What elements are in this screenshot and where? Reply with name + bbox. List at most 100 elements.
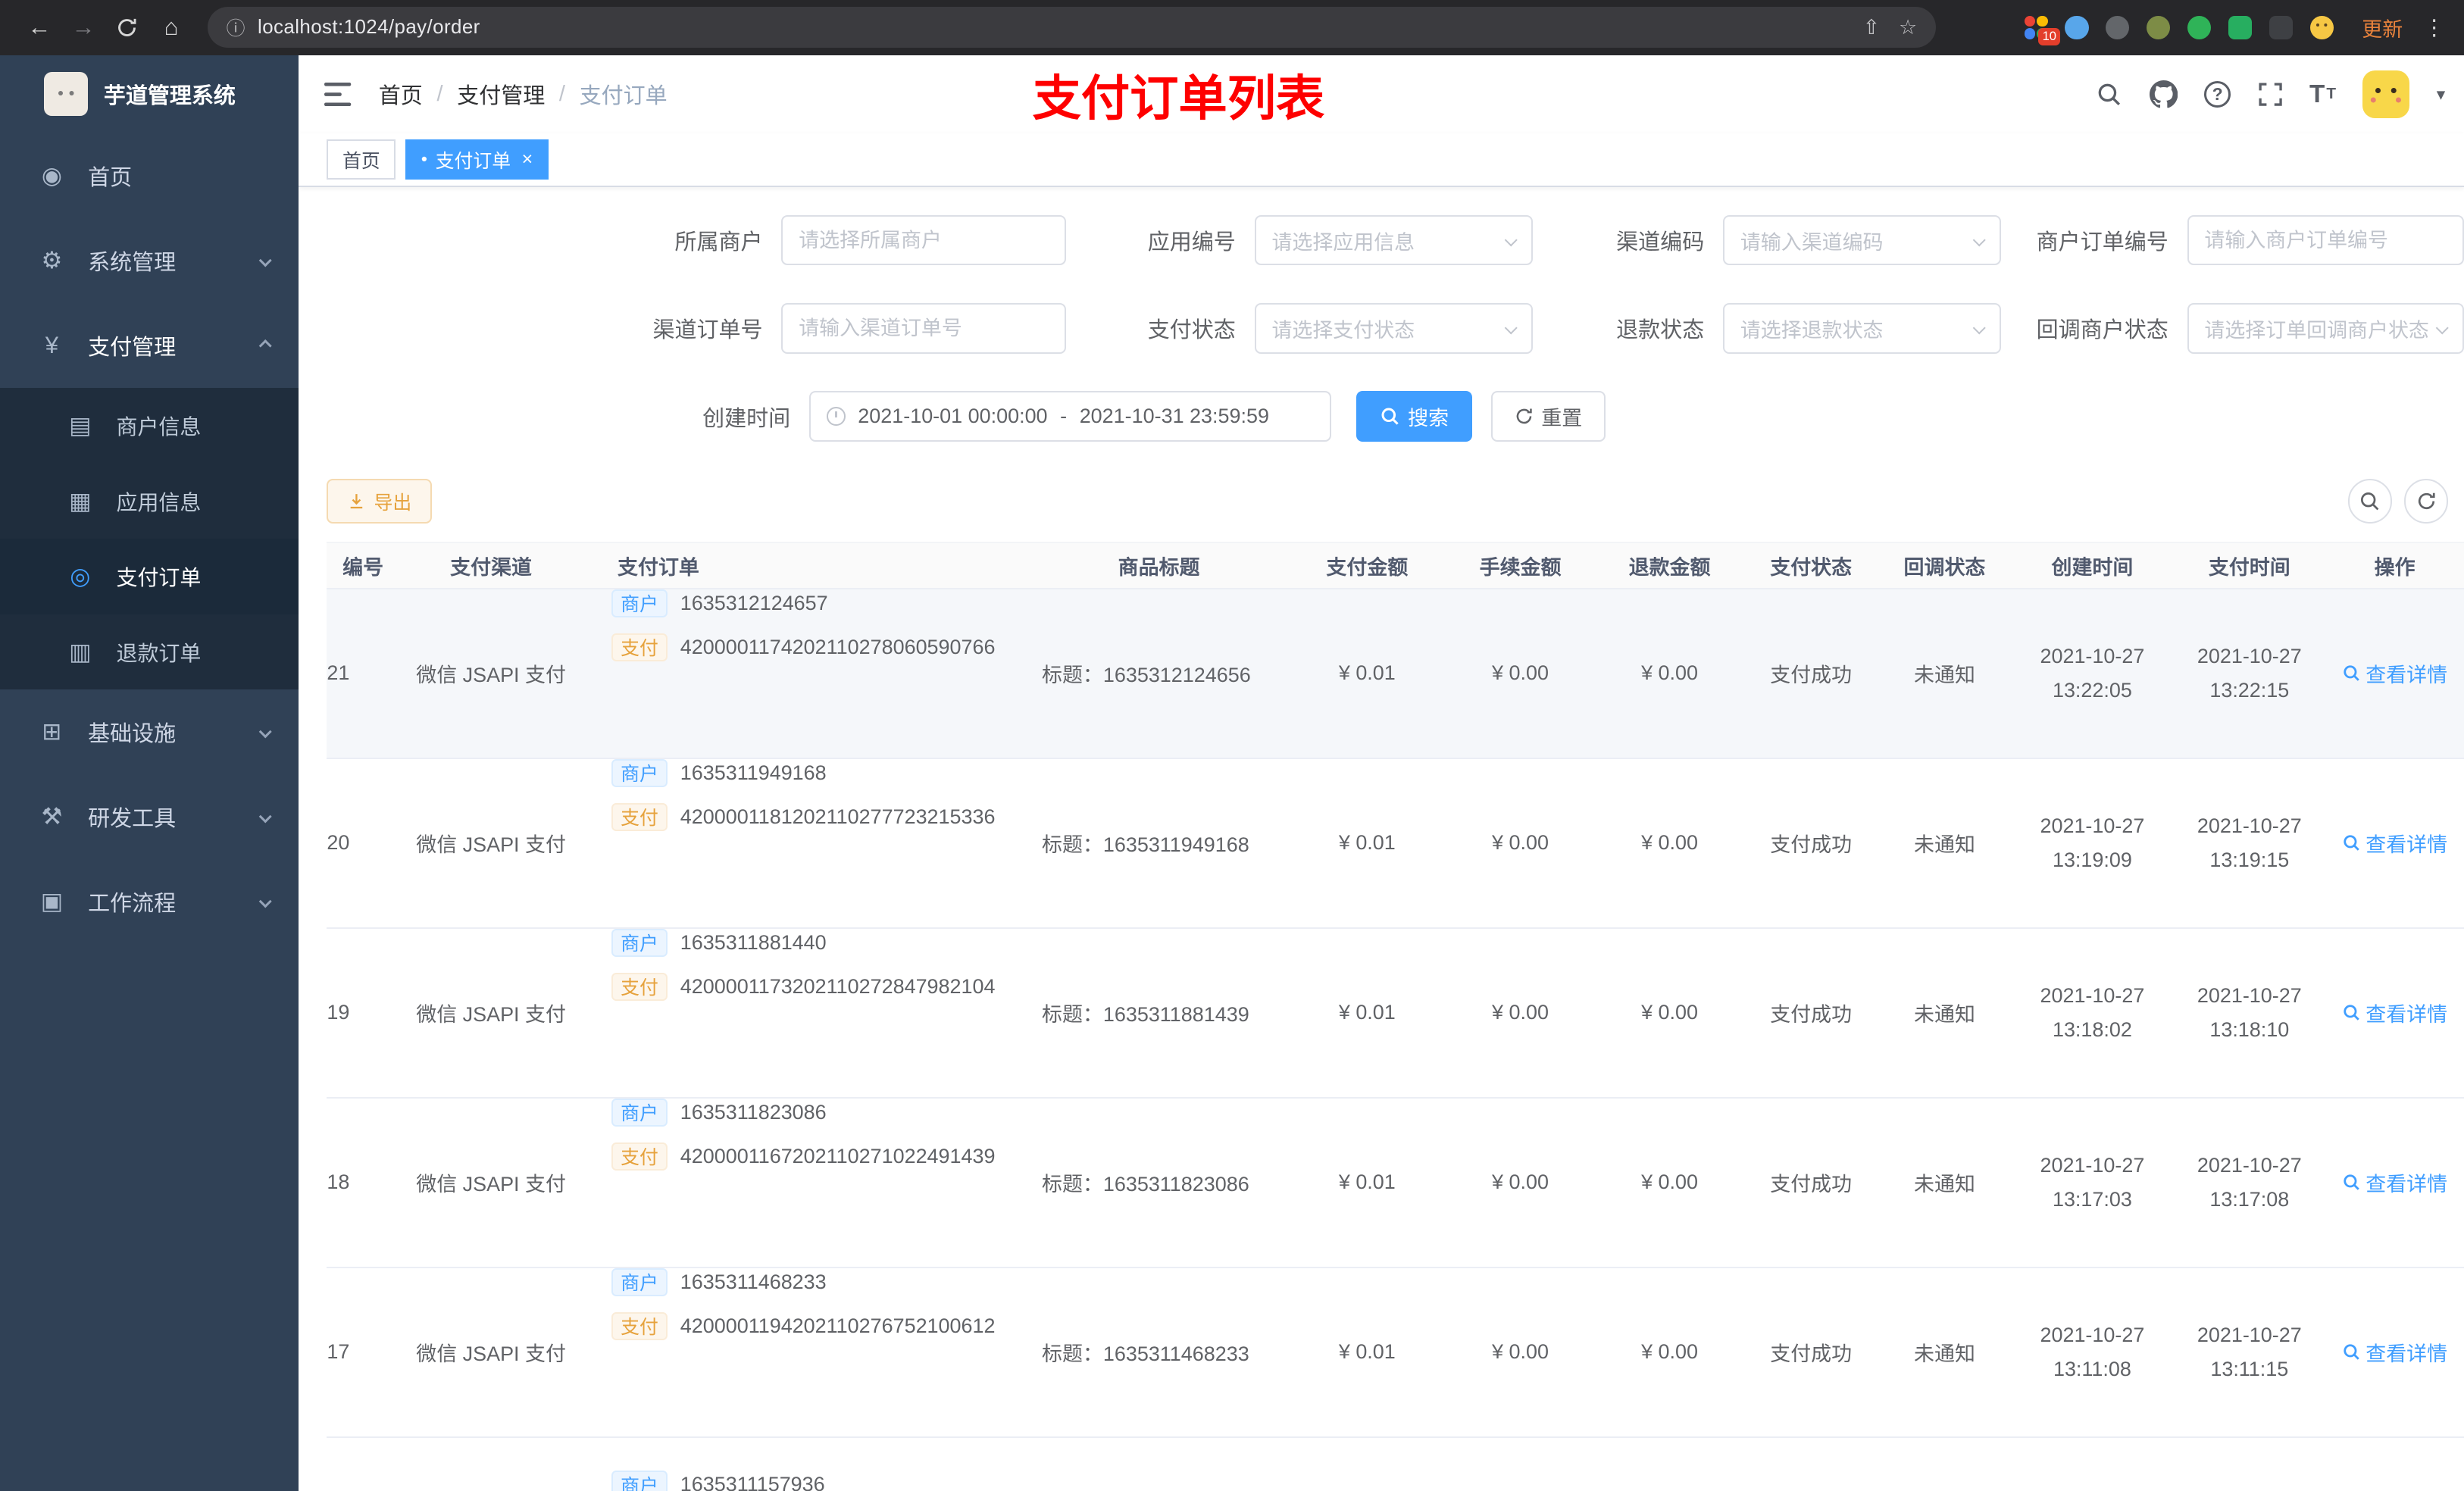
table-row[interactable]: 21 微信 JSAPI 支付 商户 1635312124657 支付 4200001…: [327, 589, 2464, 759]
sidebar-item-dev-tools[interactable]: ⚒ 研发工具: [0, 774, 299, 859]
tab-home[interactable]: 首页: [327, 139, 396, 180]
font-size-icon[interactable]: TT: [2309, 82, 2336, 107]
sidebar-item-label: 研发工具: [88, 807, 177, 832]
tags-view: 首页 ● 支付订单 ×: [299, 133, 2464, 187]
user-avatar[interactable]: [2362, 70, 2410, 118]
close-icon[interactable]: ×: [522, 148, 533, 170]
extension-icon-green[interactable]: [2186, 14, 2212, 41]
github-icon[interactable]: [2149, 80, 2178, 108]
channel-order-no-field[interactable]: [799, 316, 1049, 340]
site-info-icon[interactable]: ⓘ: [227, 14, 245, 41]
share-icon[interactable]: ⇧: [1863, 16, 1881, 39]
transaction-badge: 支付: [611, 802, 668, 832]
create-time-range-picker[interactable]: 2021-10-01 00:00:00 - 2021-10-31 23:59:5…: [809, 391, 1331, 442]
extension-icon-dark[interactable]: [2268, 14, 2294, 41]
chevron-up-icon: [258, 339, 273, 353]
address-bar[interactable]: ⓘ localhost:1024/pay/order ⇧ ☆: [207, 7, 1937, 48]
toggle-search-button[interactable]: [2347, 479, 2392, 524]
table-row-partial[interactable]: 商户 1635311157936: [327, 1438, 2464, 1491]
channel-code-select[interactable]: 请输入渠道编码: [1723, 215, 2002, 266]
view-detail-link[interactable]: 查看详情: [2342, 1167, 2447, 1197]
active-dot-icon: ●: [421, 153, 428, 166]
yen-icon: ¥: [45, 332, 59, 359]
view-detail-link[interactable]: 查看详情: [2342, 998, 2447, 1027]
column-header-title: 商品标题: [1118, 556, 1200, 580]
start-date[interactable]: 2021-10-01 00:00:00: [858, 405, 1047, 428]
pay-status-select[interactable]: 请选择支付状态: [1254, 303, 1534, 354]
transaction-badge: 支付: [611, 1142, 668, 1171]
view-detail-link[interactable]: 查看详情: [2342, 828, 2447, 858]
hamburger-icon[interactable]: [322, 79, 353, 110]
search-form: 所属商户 应用编号 请选择应用信息 渠道编码 请输入渠道编码 商户订单编号: [299, 187, 2464, 442]
sidebar-item-payment[interactable]: ¥ 支付管理: [0, 303, 299, 388]
extension-icon-gray[interactable]: [2104, 14, 2131, 41]
refund-status-select[interactable]: 请选择退款状态: [1723, 303, 2002, 354]
tab-pay-order[interactable]: ● 支付订单 ×: [405, 139, 549, 180]
extension-icon-olive[interactable]: [2145, 14, 2172, 41]
transaction-badge: 支付: [611, 1311, 668, 1340]
sidebar-item-workflow[interactable]: ▣ 工作流程: [0, 859, 299, 944]
refresh-button[interactable]: [2404, 479, 2449, 524]
merchant-order-no-input[interactable]: [2187, 215, 2464, 266]
sidebar-item-merchant-info[interactable]: ▤ 商户信息: [0, 388, 299, 464]
export-button[interactable]: 导出: [327, 479, 433, 524]
table-row[interactable]: 17 微信 JSAPI 支付 商户 1635311468233 支付 4200001…: [327, 1268, 2464, 1438]
bookmark-star-icon[interactable]: ☆: [1899, 16, 1917, 39]
sidebar-item-system[interactable]: ⚙ 系统管理: [0, 218, 299, 303]
back-icon[interactable]: ←: [19, 7, 60, 48]
sidebar-item-label: 基础设施: [88, 722, 177, 747]
channel-order-no-input[interactable]: [781, 303, 1066, 354]
breadcrumb-pay-manage[interactable]: 支付管理: [457, 78, 545, 110]
search-button[interactable]: 搜索: [1356, 391, 1473, 442]
column-header-id: 编号: [342, 556, 384, 580]
sidebar-item-home[interactable]: ◉ 首页: [0, 133, 299, 218]
gear-icon: ⚙: [41, 247, 63, 274]
browser-menu-icon[interactable]: ⋮: [2423, 14, 2445, 41]
merchant-badge: 商户: [611, 589, 668, 617]
sidebar-item-refund-order[interactable]: ▥ 退款订单: [0, 614, 299, 690]
breadcrumb-home[interactable]: 首页: [379, 78, 423, 110]
table-row[interactable]: 20 微信 JSAPI 支付 商户 1635311949168 支付 4200001…: [327, 758, 2464, 929]
filter-label: 应用编号: [1147, 230, 1236, 255]
reload-icon[interactable]: [107, 7, 148, 48]
search-icon[interactable]: [2096, 81, 2122, 108]
filter-label: 回调商户状态: [2036, 318, 2169, 343]
filter-label: 渠道编码: [1616, 230, 1705, 255]
column-header-order: 支付订单: [618, 556, 699, 580]
sidebar-item-label: 支付管理: [88, 336, 177, 361]
notify-status-select[interactable]: 请选择订单回调商户状态: [2187, 303, 2464, 354]
sidebar-item-pay-order[interactable]: ◎ 支付订单: [0, 539, 299, 614]
view-detail-link[interactable]: 查看详情: [2342, 658, 2447, 688]
screen: ← → ⌂ ⓘ localhost:1024/pay/order ⇧ ☆ 10: [0, 0, 2464, 1491]
caret-down-icon[interactable]: ▾: [2437, 84, 2445, 105]
column-header-pay-time: 支付时间: [2208, 556, 2290, 580]
app-logo[interactable]: 芋道管理系统: [0, 55, 299, 134]
merchant-badge: 商户: [611, 1471, 668, 1491]
forward-icon[interactable]: →: [63, 7, 104, 48]
end-date[interactable]: 2021-10-31 23:59:59: [1080, 405, 1269, 428]
view-detail-link[interactable]: 查看详情: [2342, 1337, 2447, 1367]
table-row[interactable]: 19 微信 JSAPI 支付 商户 1635311881440 支付 4200001…: [327, 928, 2464, 1099]
order-table: 编号 支付渠道 支付订单 商品标题 支付金额 手续金额 退款金额 支付状态 回调…: [327, 542, 2464, 1491]
merchant-input-field[interactable]: [799, 228, 1049, 252]
merchant-order-no-field[interactable]: [2204, 228, 2447, 252]
reset-button[interactable]: 重置: [1490, 391, 1606, 442]
transaction-badge: 支付: [611, 972, 668, 1001]
table-toolbar: 导出: [299, 479, 2464, 524]
column-header-fee: 手续金额: [1479, 556, 1562, 580]
merchant-badge: 商户: [611, 928, 668, 957]
extension-icon-blue[interactable]: [2063, 14, 2090, 41]
extension-icon-colorful[interactable]: 10: [2022, 14, 2061, 46]
app-select[interactable]: 请选择应用信息: [1254, 215, 1534, 266]
sidebar-item-app-info[interactable]: ▦ 应用信息: [0, 464, 299, 539]
extension-icon-chat[interactable]: [2227, 14, 2253, 41]
home-icon[interactable]: ⌂: [151, 7, 192, 48]
help-icon[interactable]: ?: [2204, 80, 2231, 108]
extension-icon-face[interactable]: [2309, 14, 2335, 41]
browser-update-button[interactable]: 更新: [2362, 13, 2403, 42]
merchant-input[interactable]: [781, 215, 1066, 266]
fullscreen-icon[interactable]: [2258, 82, 2283, 107]
table-row[interactable]: 18 微信 JSAPI 支付 商户 1635311823086 支付 4200001…: [327, 1098, 2464, 1268]
payment-submenu: ▤ 商户信息 ▦ 应用信息 ◎ 支付订单 ▥ 退款订单: [0, 388, 299, 690]
sidebar-item-infra[interactable]: ⊞ 基础设施: [0, 689, 299, 774]
